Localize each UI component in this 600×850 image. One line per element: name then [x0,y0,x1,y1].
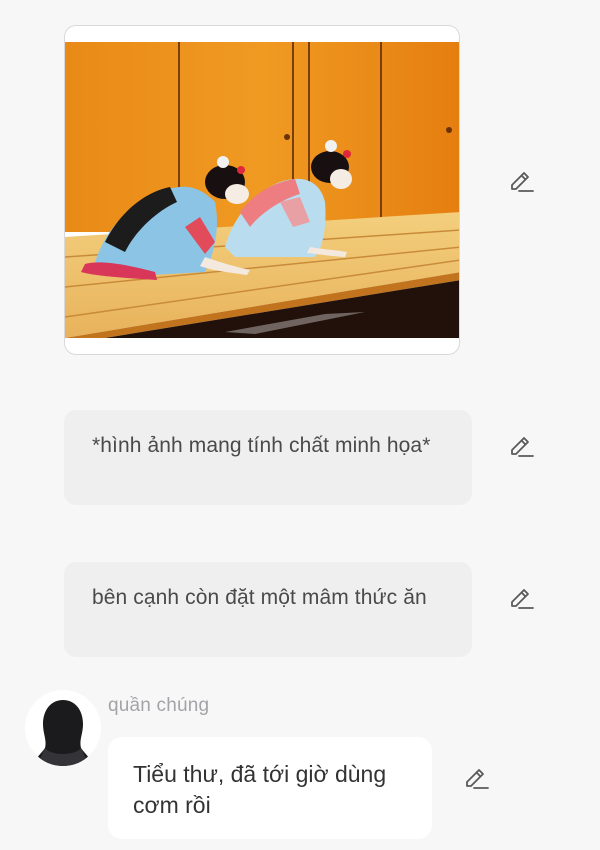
illustration-image [65,42,459,338]
pencil-icon [511,437,534,457]
narration-text: *hình ảnh mang tính chất minh họa* [92,434,431,457]
pencil-icon [511,172,534,192]
edit-image-button[interactable] [508,169,534,195]
dialogue-bubble[interactable]: Tiểu thư, đã tới giờ dùng cơm rồi [108,737,432,839]
narration-message[interactable]: bên cạnh còn đặt một mâm thức ăn [64,562,472,657]
pencil-icon [511,589,534,609]
silhouette-avatar-icon [33,700,93,766]
narration-text: bên cạnh còn đặt một mâm thức ăn [92,586,427,609]
illustration-card[interactable] [64,25,460,355]
edit-narration-button[interactable] [508,434,534,460]
dialogue-text: Tiểu thư, đã tới giờ dùng cơm rồi [133,761,387,818]
speaker-name: quần chúng [108,695,210,716]
character-avatar[interactable] [25,690,101,766]
edit-dialogue-button[interactable] [463,766,489,792]
narration-message[interactable]: *hình ảnh mang tính chất minh họa* [64,410,472,505]
pencil-icon [466,769,489,789]
edit-narration-button[interactable] [508,586,534,612]
